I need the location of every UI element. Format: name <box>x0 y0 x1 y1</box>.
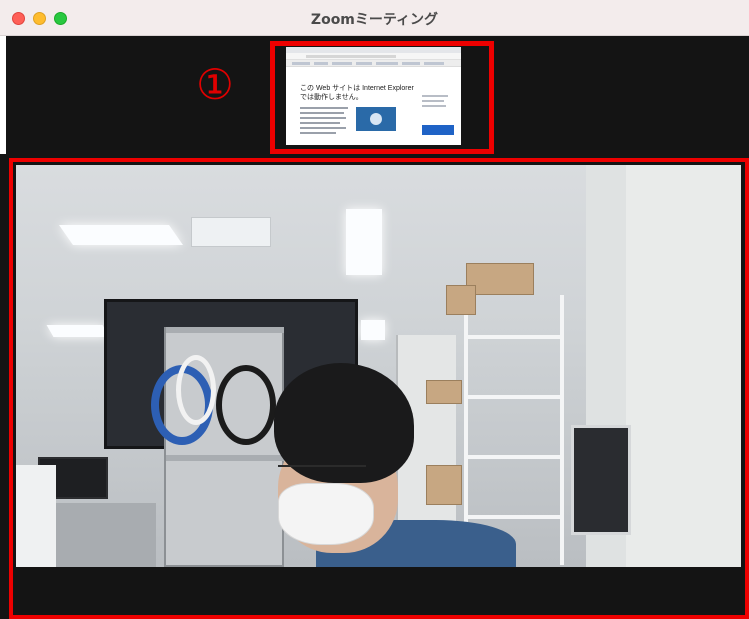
callout-number: ① <box>196 60 234 109</box>
video-highlight-box <box>9 158 749 619</box>
shared-screen-highlight-box <box>270 41 494 154</box>
window-title: Zoomミーティング <box>310 12 439 28</box>
window-titlebar: Zoomミーティング <box>0 0 749 36</box>
